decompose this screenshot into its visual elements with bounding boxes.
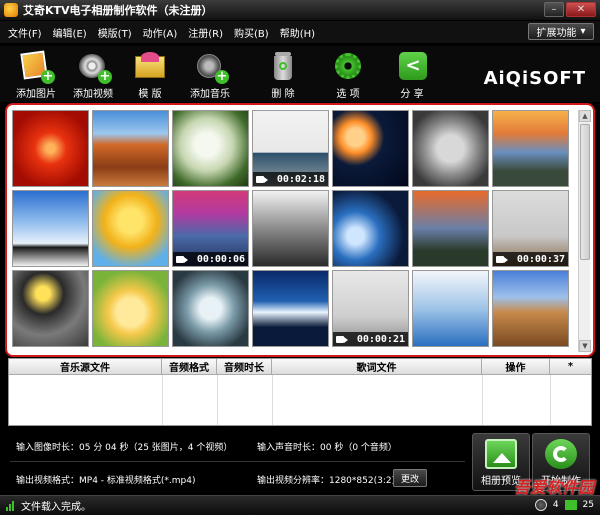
media-thumbnail-image[interactable] [332,110,409,187]
music-table-header: 音乐源文件 音频格式 音频时长 歌词文件 操作 * [9,359,591,375]
video-camera-icon [496,255,508,263]
music-table: 音乐源文件 音频格式 音频时长 歌词文件 操作 * [8,358,592,426]
media-thumbnail-image[interactable] [492,110,569,187]
template-icon [133,50,167,82]
status-text: 文件载入完成。 [21,502,91,513]
window-title: 艾奇KTV电子相册制作软件（未注册） [23,4,213,17]
video-duration-bar: 00:00:37 [493,252,568,266]
delete-icon [266,50,300,82]
preview-icon [485,439,517,469]
media-thumbnail-image[interactable] [92,110,169,187]
status-time: 25 [582,500,594,510]
share-icon: < [395,50,429,82]
media-thumbnail-image[interactable] [492,270,569,347]
media-thumbnail-image[interactable] [412,110,489,187]
output-format: 输出视频格式：MP4 - 标准视频格式(*.mp4) [16,476,196,486]
vertical-scrollbar[interactable]: ▲ ▼ [578,110,591,352]
menu-file[interactable]: 文件(F) [8,25,42,40]
media-thumbnail-video[interactable]: 00:00:06 [172,190,249,267]
logo: AiQiSOFT [483,68,586,89]
col-music-source[interactable]: 音乐源文件 [9,359,162,374]
divider [10,461,465,462]
media-grid-panel: 00:02:18 00:00:06 00:00:37 00:00:21 ▲ ▼ [5,103,595,357]
window-controls: – ✕ [544,2,596,17]
delete-button[interactable]: 删 除 [253,50,313,102]
status-count: 4 [552,500,559,510]
video-camera-icon [336,335,348,343]
menu-help[interactable]: 帮助(H) [280,25,315,40]
media-thumbnail-image[interactable] [412,190,489,267]
video-camera-icon [176,255,188,263]
media-thumbnail-image[interactable] [172,110,249,187]
input-audio-duration: 输入声音时长：00 秒（0 个音频） [257,443,397,453]
col-operation[interactable]: 操作 [482,359,550,374]
video-duration-bar: 00:00:06 [173,252,248,266]
music-table-body[interactable] [9,375,591,425]
col-extra[interactable]: * [550,359,591,374]
status-tray: 4 25 [534,499,594,511]
minimize-button[interactable]: – [544,2,564,17]
media-thumbnail-video[interactable]: 00:00:37 [492,190,569,267]
options-icon [331,50,365,82]
video-duration: 00:00:21 [356,333,405,345]
media-thumbnail-image[interactable] [252,190,329,267]
video-duration: 00:00:37 [516,253,565,265]
media-thumbnail-video[interactable]: 00:00:21 [332,270,409,347]
title-bar: 艾奇KTV电子相册制作软件（未注册） – ✕ [0,0,600,20]
signal-icon [6,500,16,511]
media-thumbnail-image[interactable] [92,270,169,347]
share-button[interactable]: < 分 享 [382,50,442,102]
media-thumbnail-image[interactable] [92,190,169,267]
output-resolution: 输出视频分辨率：1280*852(3:2) [257,476,396,486]
video-camera-icon [256,175,268,183]
video-duration-bar: 00:00:21 [333,332,408,346]
change-button[interactable]: 更改 [393,469,427,487]
media-thumbnail-image[interactable] [12,270,89,347]
media-thumbnail-image[interactable] [252,270,329,347]
add-video-icon: + [76,50,112,84]
menu-template[interactable]: 模版(T) [98,25,132,40]
menu-buy[interactable]: 购买(B) [234,25,269,40]
video-duration: 00:00:06 [196,253,245,265]
video-duration: 00:02:18 [276,173,325,185]
close-button[interactable]: ✕ [566,2,596,17]
extension-label: 扩展功能 [536,28,577,39]
app-icon [4,3,18,17]
extension-button[interactable]: 扩展功能 ▾ [528,23,594,40]
add-music-button[interactable]: + 添加音乐 [180,50,240,102]
start-icon [545,439,577,469]
col-audio-format[interactable]: 音频格式 [162,359,217,374]
menu-bar: 文件(F) 编辑(E) 模版(T) 动作(A) 注册(R) 购买(B) 帮助(H… [0,21,600,43]
add-video-button[interactable]: + 添加视频 [63,50,123,102]
media-thumbnail-image[interactable] [12,190,89,267]
globe-icon [534,499,547,511]
media-thumbnail-video[interactable]: 00:02:18 [252,110,329,187]
input-image-duration: 输入图像时长：05 分 04 秒（25 张图片，4 个视频） [16,443,233,453]
add-music-icon: + [193,50,229,84]
media-thumbnail-image[interactable] [172,270,249,347]
scroll-down-icon[interactable]: ▼ [579,340,591,352]
media-thumbnail-image[interactable] [412,270,489,347]
media-thumbnail-image[interactable] [12,110,89,187]
options-button[interactable]: 选 项 [318,50,378,102]
scroll-thumb[interactable] [580,124,590,260]
menu-register[interactable]: 注册(R) [188,25,223,40]
chevron-down-icon: ▾ [580,26,586,37]
add-image-button[interactable]: + 添加图片 [6,50,66,102]
status-bar: 文件载入完成。 4 25 [0,495,600,515]
video-duration-bar: 00:02:18 [253,172,328,186]
tray-icon [564,500,577,510]
menu-edit[interactable]: 编辑(E) [53,25,87,40]
col-lyrics-file[interactable]: 歌词文件 [272,359,482,374]
menu-action[interactable]: 动作(A) [143,25,178,40]
add-image-icon: + [19,50,55,84]
template-button[interactable]: 模 版 [120,50,180,102]
col-audio-duration[interactable]: 音频时长 [217,359,272,374]
media-thumbnail-image[interactable] [332,190,409,267]
scroll-up-icon[interactable]: ▲ [579,110,591,122]
